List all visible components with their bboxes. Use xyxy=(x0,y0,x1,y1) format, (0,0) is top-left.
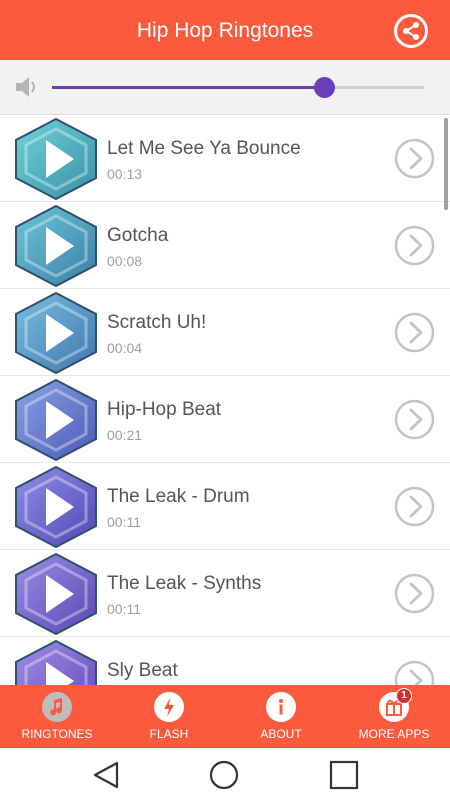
ringtone-name: Scratch Uh! xyxy=(107,312,207,333)
tab-about[interactable]: ABOUT xyxy=(252,685,310,748)
ringtone-row[interactable]: Gotcha 00:08 xyxy=(0,202,450,289)
ringtone-name: Gotcha xyxy=(107,225,169,246)
flash-icon xyxy=(154,692,184,722)
share-icon xyxy=(403,22,419,40)
tab-ringtones-label: RINGTONES xyxy=(21,727,93,741)
ringtone-name: Let Me See Ya Bounce xyxy=(107,138,301,159)
tab-more-apps[interactable]: 1 MORE APPS xyxy=(356,685,432,748)
ringtone-name: Sly Beat xyxy=(107,660,178,681)
chevron-right-icon[interactable] xyxy=(394,486,435,527)
info-icon xyxy=(266,692,296,722)
ringtone-duration: 00:11 xyxy=(107,601,141,617)
ringtone-row[interactable]: Sly Beat xyxy=(0,637,450,685)
tab-about-label: ABOUT xyxy=(260,727,302,741)
ringtone-list[interactable]: Let Me See Ya Bounce 00:13 Gotcha 00:08 Scra… xyxy=(0,115,450,685)
play-hexagon-icon[interactable] xyxy=(12,116,100,202)
ringtone-row[interactable]: Let Me See Ya Bounce 00:13 xyxy=(0,115,450,202)
tab-more-apps-label: MORE APPS xyxy=(358,727,430,741)
list-scrollbar[interactable] xyxy=(444,118,448,210)
bottom-tab-bar: RINGTONES FLASH ABOUT 1 MORE APPS xyxy=(0,685,450,748)
chevron-right-icon[interactable] xyxy=(394,660,435,685)
ringtone-row[interactable]: The Leak - Synths 00:11 xyxy=(0,550,450,637)
app-title: Hip Hop Ringtones xyxy=(136,19,314,42)
chevron-right-icon[interactable] xyxy=(394,573,435,614)
ringtone-duration: 00:11 xyxy=(107,514,141,530)
play-hexagon-icon[interactable] xyxy=(12,290,100,376)
ringtone-duration: 00:04 xyxy=(107,340,143,356)
tab-flash-label: FLASH xyxy=(149,727,189,741)
music-note-icon xyxy=(42,692,72,722)
app-bar: Hip Hop Ringtones xyxy=(0,0,450,60)
share-button[interactable] xyxy=(394,14,428,48)
ringtone-row[interactable]: Hip-Hop Beat 00:21 xyxy=(0,376,450,463)
ringtone-duration: 00:13 xyxy=(107,166,143,182)
speaker-icon[interactable] xyxy=(14,73,40,101)
ringtone-name: The Leak - Synths xyxy=(107,573,262,594)
play-hexagon-icon[interactable] xyxy=(12,203,100,289)
home-icon[interactable] xyxy=(208,759,240,791)
back-icon[interactable] xyxy=(90,759,122,791)
volume-bar xyxy=(0,60,450,115)
play-hexagon-icon[interactable] xyxy=(12,464,100,550)
chevron-right-icon[interactable] xyxy=(394,399,435,440)
more-apps-badge: 1 xyxy=(396,688,412,704)
ringtone-name: Hip-Hop Beat xyxy=(107,399,222,420)
play-hexagon-icon[interactable] xyxy=(12,638,100,685)
volume-slider-fill xyxy=(52,86,324,89)
chevron-right-icon[interactable] xyxy=(394,312,435,353)
system-nav-bar xyxy=(0,748,450,800)
play-hexagon-icon[interactable] xyxy=(12,551,100,637)
ringtone-name: The Leak - Drum xyxy=(107,486,250,507)
play-hexagon-icon[interactable] xyxy=(12,377,100,463)
ringtone-duration: 00:21 xyxy=(107,427,143,443)
volume-slider[interactable] xyxy=(52,77,424,98)
ringtone-row[interactable]: Scratch Uh! 00:04 xyxy=(0,289,450,376)
volume-slider-thumb[interactable] xyxy=(313,77,335,98)
ringtone-duration: 00:08 xyxy=(107,253,143,269)
recents-icon[interactable] xyxy=(328,759,360,791)
ringtone-row[interactable]: The Leak - Drum 00:11 xyxy=(0,463,450,550)
chevron-right-icon[interactable] xyxy=(394,138,435,179)
tab-flash[interactable]: FLASH xyxy=(138,685,200,748)
tab-ringtones[interactable]: RINGTONES xyxy=(16,685,98,748)
chevron-right-icon[interactable] xyxy=(394,225,435,266)
